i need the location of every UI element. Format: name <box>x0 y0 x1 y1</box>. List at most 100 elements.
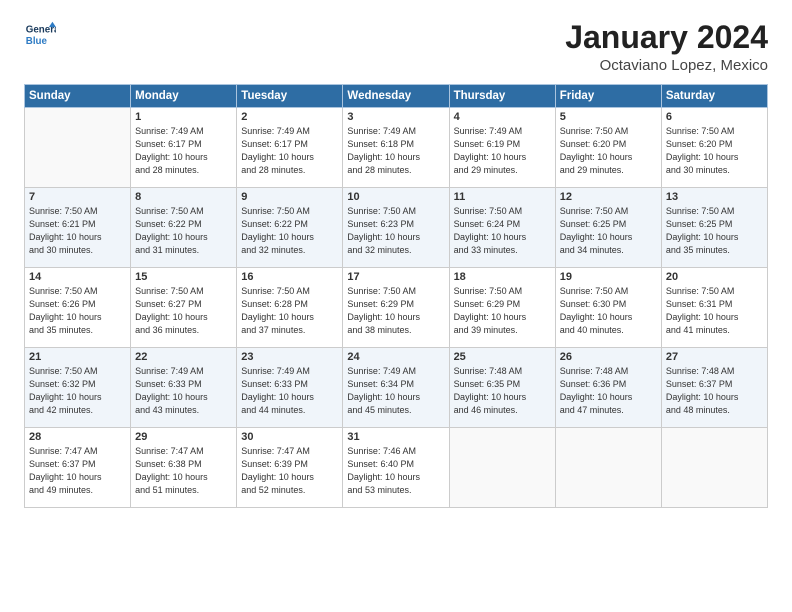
day-info: Sunrise: 7:50 AM Sunset: 6:28 PM Dayligh… <box>241 285 338 337</box>
day-info: Sunrise: 7:49 AM Sunset: 6:17 PM Dayligh… <box>241 125 338 177</box>
day-number: 14 <box>29 271 126 283</box>
day-number: 10 <box>347 191 444 203</box>
day-number: 21 <box>29 351 126 363</box>
day-info: Sunrise: 7:49 AM Sunset: 6:34 PM Dayligh… <box>347 365 444 417</box>
day-cell <box>449 428 555 508</box>
day-cell: 30 Sunrise: 7:47 AM Sunset: 6:39 PM Dayli… <box>237 428 343 508</box>
col-monday: Monday <box>131 85 237 108</box>
day-cell: 26 Sunrise: 7:48 AM Sunset: 6:36 PM Dayli… <box>555 348 661 428</box>
day-number: 5 <box>560 111 657 123</box>
day-cell: 10 Sunrise: 7:50 AM Sunset: 6:23 PM Dayli… <box>343 188 449 268</box>
col-friday: Friday <box>555 85 661 108</box>
day-number: 13 <box>666 191 763 203</box>
day-cell: 9 Sunrise: 7:50 AM Sunset: 6:22 PM Daylig… <box>237 188 343 268</box>
day-number: 26 <box>560 351 657 363</box>
day-info: Sunrise: 7:49 AM Sunset: 6:33 PM Dayligh… <box>241 365 338 417</box>
day-cell: 23 Sunrise: 7:49 AM Sunset: 6:33 PM Dayli… <box>237 348 343 428</box>
day-info: Sunrise: 7:47 AM Sunset: 6:39 PM Dayligh… <box>241 445 338 497</box>
day-cell: 5 Sunrise: 7:50 AM Sunset: 6:20 PM Daylig… <box>555 108 661 188</box>
day-cell: 8 Sunrise: 7:50 AM Sunset: 6:22 PM Daylig… <box>131 188 237 268</box>
svg-text:Blue: Blue <box>26 36 48 47</box>
day-info: Sunrise: 7:49 AM Sunset: 6:19 PM Dayligh… <box>454 125 551 177</box>
week-row-1: 1 Sunrise: 7:49 AM Sunset: 6:17 PM Daylig… <box>25 108 768 188</box>
day-cell: 16 Sunrise: 7:50 AM Sunset: 6:28 PM Dayli… <box>237 268 343 348</box>
day-cell: 6 Sunrise: 7:50 AM Sunset: 6:20 PM Daylig… <box>661 108 767 188</box>
day-cell: 19Sunrise: 7:50 AM Sunset: 6:30 PM Dayli… <box>555 268 661 348</box>
day-cell: 17 Sunrise: 7:50 AM Sunset: 6:29 PM Dayli… <box>343 268 449 348</box>
day-info: Sunrise: 7:50 AM Sunset: 6:21 PM Dayligh… <box>29 205 126 257</box>
day-number: 27 <box>666 351 763 363</box>
day-cell: 28 Sunrise: 7:47 AM Sunset: 6:37 PM Dayli… <box>25 428 131 508</box>
day-info: Sunrise: 7:48 AM Sunset: 6:36 PM Dayligh… <box>560 365 657 417</box>
day-info: Sunrise: 7:47 AM Sunset: 6:37 PM Dayligh… <box>29 445 126 497</box>
day-number: 12 <box>560 191 657 203</box>
logo-icon: General Blue <box>24 20 56 52</box>
day-cell: 29Sunrise: 7:47 AM Sunset: 6:38 PM Dayli… <box>131 428 237 508</box>
col-tuesday: Tuesday <box>237 85 343 108</box>
header: General Blue January 2024 Octaviano Lope… <box>24 20 768 74</box>
day-number: 17 <box>347 271 444 283</box>
week-row-4: 21 Sunrise: 7:50 AM Sunset: 6:32 PM Dayli… <box>25 348 768 428</box>
day-cell <box>25 108 131 188</box>
day-number: 23 <box>241 351 338 363</box>
day-info: Sunrise: 7:50 AM Sunset: 6:25 PM Dayligh… <box>666 205 763 257</box>
logo: General Blue <box>24 20 56 52</box>
day-info: Sunrise: 7:50 AM Sunset: 6:32 PM Dayligh… <box>29 365 126 417</box>
day-number: 4 <box>454 111 551 123</box>
day-cell: 14 Sunrise: 7:50 AM Sunset: 6:26 PM Dayli… <box>25 268 131 348</box>
day-cell: 13 Sunrise: 7:50 AM Sunset: 6:25 PM Dayli… <box>661 188 767 268</box>
day-info: Sunrise: 7:50 AM Sunset: 6:29 PM Dayligh… <box>454 285 551 337</box>
day-number: 9 <box>241 191 338 203</box>
week-row-3: 14 Sunrise: 7:50 AM Sunset: 6:26 PM Dayli… <box>25 268 768 348</box>
day-number: 8 <box>135 191 232 203</box>
day-cell: 1 Sunrise: 7:49 AM Sunset: 6:17 PM Daylig… <box>131 108 237 188</box>
day-info: Sunrise: 7:49 AM Sunset: 6:17 PM Dayligh… <box>135 125 232 177</box>
day-info: Sunrise: 7:50 AM Sunset: 6:20 PM Dayligh… <box>666 125 763 177</box>
day-cell: 18 Sunrise: 7:50 AM Sunset: 6:29 PM Dayli… <box>449 268 555 348</box>
day-number: 3 <box>347 111 444 123</box>
day-number: 24 <box>347 351 444 363</box>
day-info: Sunrise: 7:48 AM Sunset: 6:37 PM Dayligh… <box>666 365 763 417</box>
day-number: 19 <box>560 271 657 283</box>
day-number: 7 <box>29 191 126 203</box>
day-number: 18 <box>454 271 551 283</box>
day-info: Sunrise: 7:50 AM Sunset: 6:31 PM Dayligh… <box>666 285 763 337</box>
day-info: Sunrise: 7:50 AM Sunset: 6:23 PM Dayligh… <box>347 205 444 257</box>
day-info: Sunrise: 7:50 AM Sunset: 6:29 PM Dayligh… <box>347 285 444 337</box>
day-cell: 20Sunrise: 7:50 AM Sunset: 6:31 PM Dayli… <box>661 268 767 348</box>
day-cell <box>555 428 661 508</box>
day-number: 31 <box>347 431 444 443</box>
day-number: 1 <box>135 111 232 123</box>
calendar-page: General Blue January 2024 Octaviano Lope… <box>0 0 792 612</box>
day-cell: 27 Sunrise: 7:48 AM Sunset: 6:37 PM Dayli… <box>661 348 767 428</box>
day-number: 15 <box>135 271 232 283</box>
day-info: Sunrise: 7:49 AM Sunset: 6:18 PM Dayligh… <box>347 125 444 177</box>
day-number: 22 <box>135 351 232 363</box>
day-info: Sunrise: 7:46 AM Sunset: 6:40 PM Dayligh… <box>347 445 444 497</box>
day-number: 25 <box>454 351 551 363</box>
day-info: Sunrise: 7:49 AM Sunset: 6:33 PM Dayligh… <box>135 365 232 417</box>
day-cell: 31 Sunrise: 7:46 AM Sunset: 6:40 PM Dayli… <box>343 428 449 508</box>
day-info: Sunrise: 7:50 AM Sunset: 6:22 PM Dayligh… <box>135 205 232 257</box>
day-info: Sunrise: 7:50 AM Sunset: 6:22 PM Dayligh… <box>241 205 338 257</box>
month-title: January 2024 <box>565 20 768 55</box>
day-number: 11 <box>454 191 551 203</box>
day-number: 2 <box>241 111 338 123</box>
day-cell: 2 Sunrise: 7:49 AM Sunset: 6:17 PM Daylig… <box>237 108 343 188</box>
day-number: 6 <box>666 111 763 123</box>
col-saturday: Saturday <box>661 85 767 108</box>
day-cell: 22 Sunrise: 7:49 AM Sunset: 6:33 PM Dayli… <box>131 348 237 428</box>
header-row: Sunday Monday Tuesday Wednesday Thursday… <box>25 85 768 108</box>
day-cell: 21 Sunrise: 7:50 AM Sunset: 6:32 PM Dayli… <box>25 348 131 428</box>
col-wednesday: Wednesday <box>343 85 449 108</box>
col-thursday: Thursday <box>449 85 555 108</box>
day-cell: 11Sunrise: 7:50 AM Sunset: 6:24 PM Dayli… <box>449 188 555 268</box>
day-number: 28 <box>29 431 126 443</box>
day-number: 30 <box>241 431 338 443</box>
day-cell: 25Sunrise: 7:48 AM Sunset: 6:35 PM Dayli… <box>449 348 555 428</box>
day-info: Sunrise: 7:50 AM Sunset: 6:26 PM Dayligh… <box>29 285 126 337</box>
day-number: 16 <box>241 271 338 283</box>
day-info: Sunrise: 7:50 AM Sunset: 6:27 PM Dayligh… <box>135 285 232 337</box>
week-row-5: 28 Sunrise: 7:47 AM Sunset: 6:37 PM Dayli… <box>25 428 768 508</box>
day-info: Sunrise: 7:50 AM Sunset: 6:20 PM Dayligh… <box>560 125 657 177</box>
